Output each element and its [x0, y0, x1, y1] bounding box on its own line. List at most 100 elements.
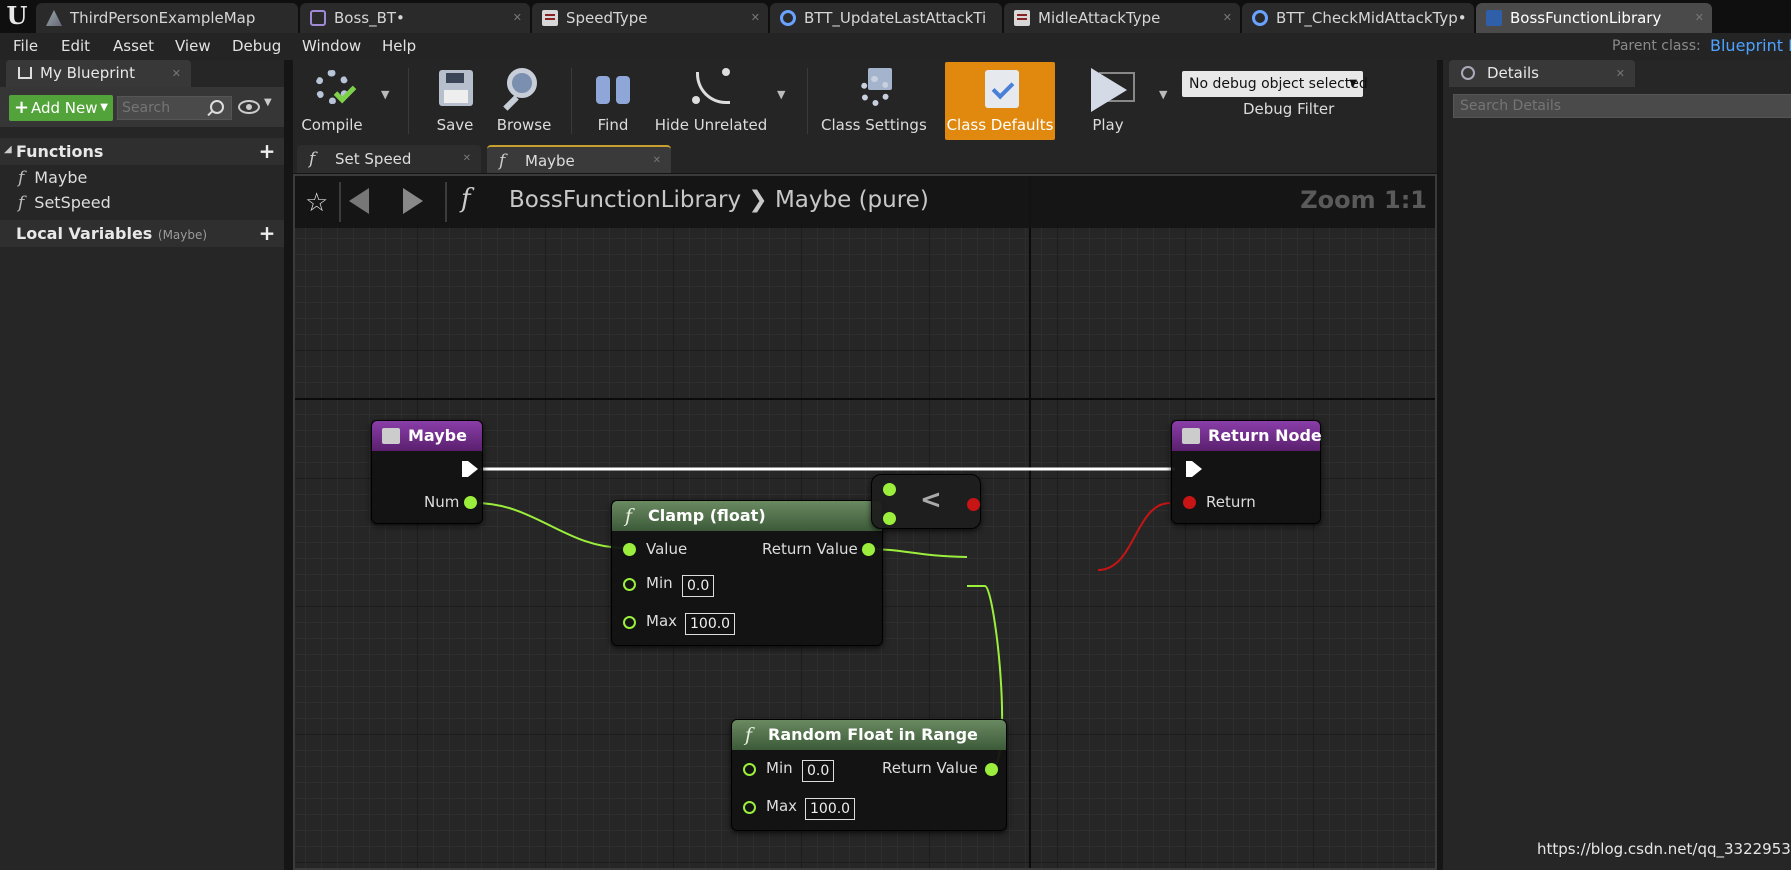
min-input-pin[interactable]: [743, 763, 756, 776]
entry-node-maybe[interactable]: Maybe Num: [371, 420, 483, 524]
star-icon[interactable]: ☆: [305, 188, 328, 218]
node-title: Maybe: [408, 426, 467, 445]
tab-btt-checkmidattacktype[interactable]: BTT_CheckMidAttackTyp•: [1242, 3, 1474, 33]
add-function-button[interactable]: +: [256, 140, 278, 162]
graph-tab-maybe[interactable]: f Maybe ✕: [487, 145, 671, 173]
menu-debug[interactable]: Debug: [232, 37, 281, 55]
clamp-float-node[interactable]: f Clamp (float) Value Return Value Min 0…: [611, 500, 883, 646]
close-icon[interactable]: ✕: [1223, 3, 1232, 33]
tab-thirdpersonexamplemap[interactable]: ThirdPersonExampleMap: [36, 3, 298, 33]
details-tab[interactable]: Details ✕: [1449, 60, 1635, 87]
hide-unrelated-icon: [688, 66, 734, 110]
node-header: f Clamp (float): [612, 501, 882, 531]
tab-speedtype[interactable]: SpeedType ✕: [532, 3, 768, 33]
hide-unrelated-chevron-icon[interactable]: ▼: [777, 88, 785, 101]
add-variable-button[interactable]: +: [256, 222, 278, 244]
return-node[interactable]: Return Node Return: [1171, 420, 1322, 524]
max-value-field[interactable]: 100.0: [805, 798, 856, 820]
graph-tab-set-speed[interactable]: f Set Speed ✕: [297, 145, 481, 173]
blueprint-graph-canvas[interactable]: ☆ f BossFunctionLibrary ❯ Maybe (pure) Z…: [295, 176, 1435, 870]
compile-button[interactable]: Compile: [296, 62, 368, 140]
hide-unrelated-button[interactable]: Hide Unrelated: [651, 62, 771, 140]
num-to-value-wire: [474, 502, 626, 549]
toolbar-divider: [807, 68, 808, 134]
menu-help[interactable]: Help: [382, 37, 416, 55]
function-icon: f: [461, 184, 471, 214]
chevron-down-icon[interactable]: ▼: [264, 97, 272, 108]
search-icon[interactable]: [210, 100, 224, 114]
close-icon[interactable]: ✕: [653, 147, 661, 175]
pin-label-return: Return: [1206, 493, 1256, 511]
function-icon: f: [499, 151, 506, 171]
tab-btt-updatelastattacktime[interactable]: BTT_UpdateLastAttackTi: [770, 3, 1002, 33]
max-input-pin[interactable]: [623, 616, 636, 629]
details-search-input[interactable]: [1453, 94, 1791, 118]
max-value-field[interactable]: 100.0: [685, 613, 736, 635]
return-value-output-pin[interactable]: [985, 763, 998, 776]
save-icon: [432, 66, 478, 110]
function-item-maybe[interactable]: f Maybe: [18, 168, 87, 188]
compile-icon: [309, 66, 357, 110]
menu-file[interactable]: File: [13, 37, 38, 55]
forward-arrow-icon[interactable]: [403, 188, 423, 214]
debug-object-select[interactable]: No debug object selected ▼: [1182, 71, 1368, 97]
b-input-pin[interactable]: [883, 512, 896, 525]
unreal-logo-icon[interactable]: U: [4, 2, 30, 30]
close-icon[interactable]: ✕: [1695, 3, 1704, 33]
close-icon[interactable]: ✕: [172, 60, 181, 87]
browse-button[interactable]: Browse: [489, 62, 559, 140]
blueprint-toolbar: Compile ▼ Save Browse Find Hide Unrelate…: [293, 60, 1437, 142]
tab-label: ThirdPersonExampleMap: [70, 9, 256, 27]
save-button[interactable]: Save: [425, 62, 485, 140]
min-value-field[interactable]: 0.0: [802, 760, 835, 782]
menu-window[interactable]: Window: [302, 37, 361, 55]
local-variables-header: Local Variables (Maybe): [16, 224, 207, 243]
max-input-pin[interactable]: [743, 801, 756, 814]
play-button[interactable]: Play: [1075, 62, 1141, 140]
return-value-output-pin[interactable]: [862, 543, 875, 556]
bool-output-pin[interactable]: [967, 498, 980, 511]
function-icon: f: [309, 149, 316, 169]
graph-tab-label: Set Speed: [335, 150, 412, 168]
min-input-pin[interactable]: [623, 578, 636, 591]
tab-boss-bt[interactable]: Boss_BT• ✕: [300, 3, 530, 33]
class-settings-button[interactable]: Class Settings: [821, 62, 927, 140]
menu-edit[interactable]: Edit: [61, 37, 90, 55]
pin-label-num: Num: [424, 493, 460, 511]
random-float-in-range-node[interactable]: f Random Float in Range Min 0.0 Return V…: [731, 719, 1007, 831]
function-label: SetSpeed: [34, 193, 111, 212]
find-button[interactable]: Find: [583, 62, 643, 140]
function-item-setspeed[interactable]: f SetSpeed: [18, 193, 111, 213]
close-icon[interactable]: ✕: [463, 145, 471, 173]
menu-view[interactable]: View: [175, 37, 211, 55]
menu-asset[interactable]: Asset: [113, 37, 154, 55]
compile-options-chevron-icon[interactable]: ▼: [381, 88, 389, 101]
play-options-chevron-icon[interactable]: ▼: [1159, 88, 1167, 101]
close-icon[interactable]: ✕: [513, 3, 522, 33]
class-defaults-button[interactable]: Class Defaults: [945, 62, 1055, 140]
close-icon[interactable]: ✕: [1616, 60, 1625, 87]
value-input-pin[interactable]: [623, 543, 636, 556]
close-icon[interactable]: ✕: [751, 3, 760, 33]
exec-output-pin[interactable]: [462, 461, 478, 477]
functions-section-header[interactable]: ◢ Functions +: [0, 138, 284, 165]
return-input-pin[interactable]: [1183, 496, 1196, 509]
add-new-button[interactable]: + Add New ▼: [9, 95, 113, 121]
parent-class-link[interactable]: Blueprint F: [1710, 36, 1791, 55]
pin-label-max: Max: [766, 797, 798, 815]
my-blueprint-tab[interactable]: My Blueprint ✕: [6, 60, 191, 87]
eye-icon[interactable]: [238, 100, 260, 114]
tab-midleattacktype[interactable]: MidleAttackType ✕: [1004, 3, 1240, 33]
behavior-tree-icon: [310, 10, 326, 26]
exec-input-pin[interactable]: [1186, 461, 1202, 477]
function-library-icon: [1486, 10, 1502, 26]
local-variables-section-header[interactable]: Local Variables (Maybe) +: [0, 220, 284, 247]
num-output-pin[interactable]: [464, 496, 477, 509]
function-icon: f: [625, 505, 633, 527]
collapse-triangle-icon[interactable]: ◢: [4, 144, 12, 155]
a-input-pin[interactable]: [883, 483, 896, 496]
min-value-field[interactable]: 0.0: [682, 575, 715, 597]
less-than-node[interactable]: <: [871, 474, 981, 529]
back-arrow-icon[interactable]: [349, 188, 369, 214]
tab-bossfunctionlibrary[interactable]: BossFunctionLibrary ✕: [1476, 3, 1712, 33]
